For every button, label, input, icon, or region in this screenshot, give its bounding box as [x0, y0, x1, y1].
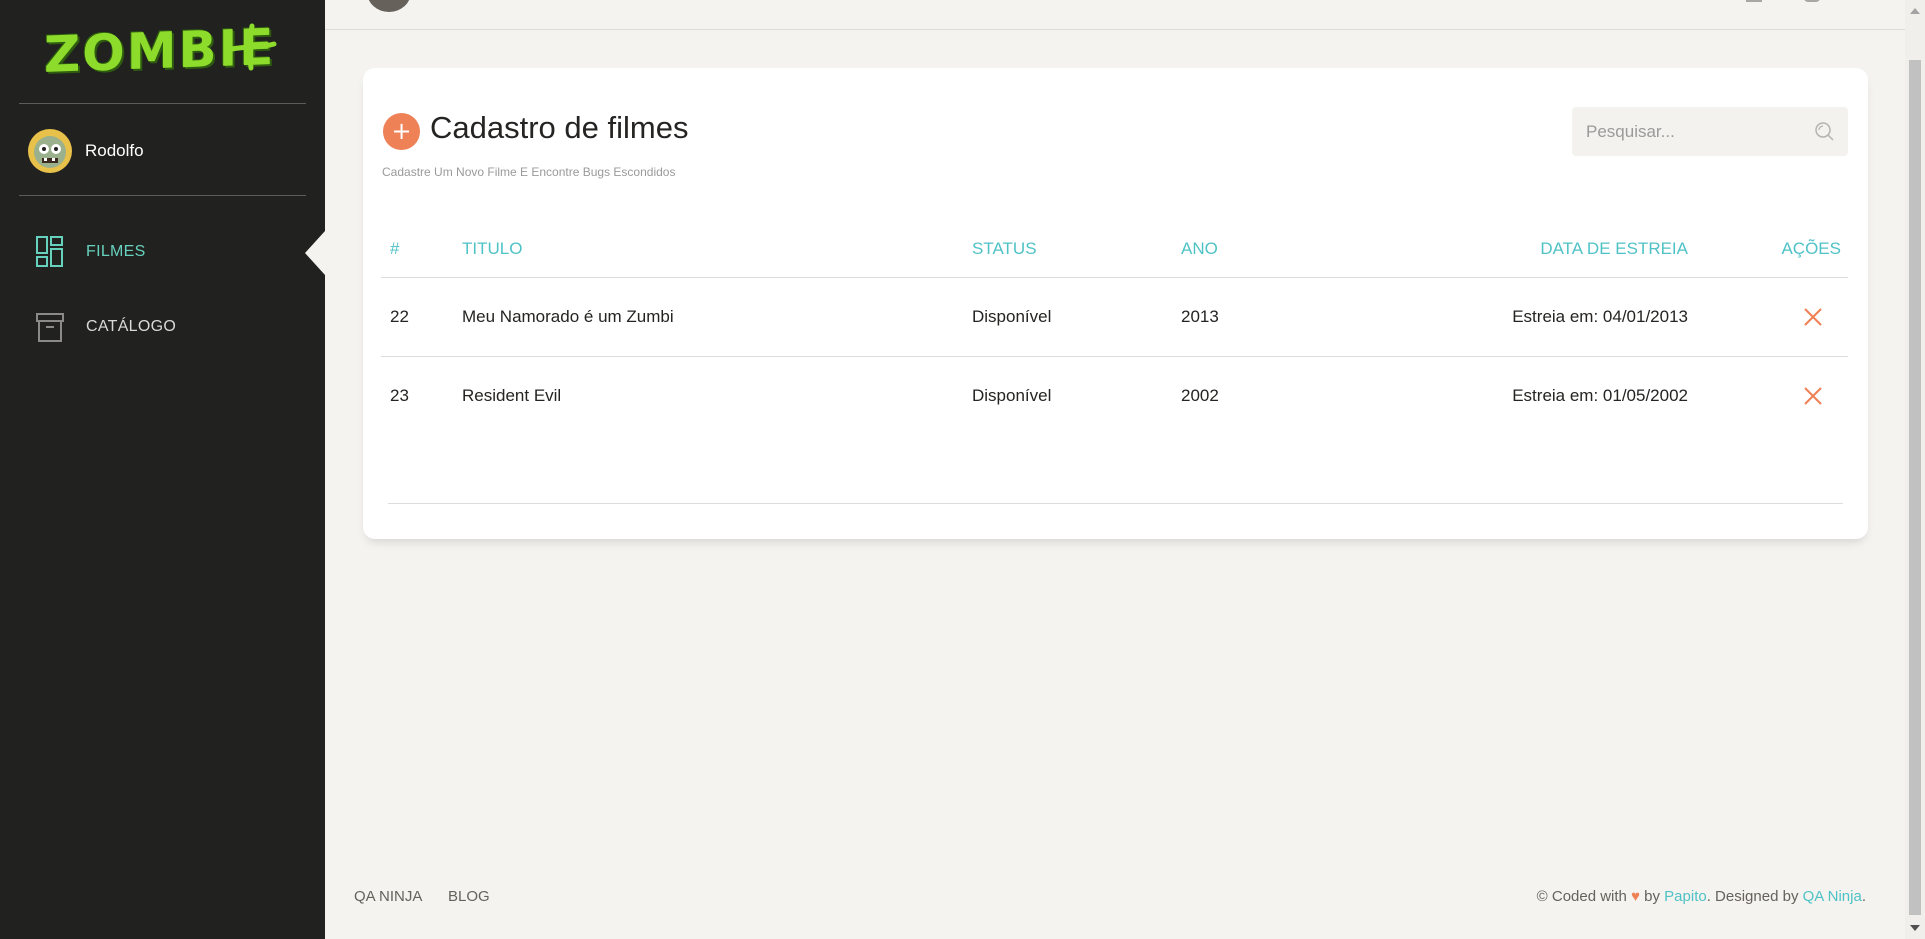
zombie-plus-logo[interactable]: ZOMBIE: [44, 18, 284, 84]
row-divider: [381, 356, 1848, 357]
delete-movie-icon[interactable]: [1804, 387, 1822, 405]
search-box: [1572, 107, 1848, 156]
footer-credits: © Coded with ♥ by Papito. Designed by QA…: [1537, 888, 1866, 905]
navbar-avatar[interactable]: [367, 0, 411, 12]
active-nav-indicator: [305, 231, 325, 275]
sidebar-item-label: CATÁLOGO: [86, 318, 177, 335]
cell-status: Disponível: [972, 386, 1052, 405]
sidebar: ZOMBIE Rodolfo FILMES CATÁLOGO: [0, 0, 325, 939]
sidebar-divider: [19, 195, 306, 196]
author-link[interactable]: Papito: [1664, 888, 1707, 905]
navbar-user-icon[interactable]: [1804, 0, 1820, 2]
cell-release: Estreia em: 04/01/2013: [1512, 307, 1688, 326]
cell-id: 23: [390, 386, 409, 405]
cell-year: 2002: [1181, 386, 1219, 405]
column-header-status: STATUS: [972, 239, 1037, 258]
page-scrollbar[interactable]: [1905, 0, 1925, 939]
column-header-year: ANO: [1181, 239, 1218, 258]
cell-title: Resident Evil: [462, 386, 562, 405]
archive-box-icon: [36, 313, 64, 342]
avatar: [28, 129, 72, 173]
heart-icon: ♥: [1631, 888, 1640, 905]
plus-logo-icon: [229, 23, 277, 71]
scroll-up-arrow-icon[interactable]: [1910, 8, 1920, 14]
credits-prefix: © Coded with: [1536, 888, 1627, 905]
credits-by: by: [1644, 888, 1660, 905]
column-header-id: #: [390, 239, 400, 258]
scroll-down-arrow-icon[interactable]: [1910, 925, 1920, 931]
sidebar-item-catalogo[interactable]: CATÁLOGO: [36, 311, 176, 343]
user-profile[interactable]: Rodolfo: [28, 129, 144, 173]
search-icon[interactable]: [1814, 121, 1834, 141]
movies-card: + Cadastro de filmes Cadastre Um Novo Fi…: [363, 68, 1868, 539]
dashboard-icon: [36, 236, 63, 267]
add-movie-button[interactable]: +: [383, 113, 420, 150]
column-header-actions: AÇÕES: [1781, 239, 1841, 258]
sidebar-item-filmes[interactable]: FILMES: [36, 236, 146, 268]
footer-link-qa-ninja[interactable]: QA NINJA: [354, 888, 422, 905]
header-divider: [381, 277, 1848, 278]
zombie-avatar-icon: [29, 130, 71, 172]
page-title: Cadastro de filmes: [430, 110, 689, 145]
sidebar-divider: [19, 103, 306, 104]
table-footer-divider: [388, 503, 1843, 504]
user-name: Rodolfo: [85, 141, 144, 160]
cell-year: 2013: [1181, 307, 1219, 326]
cell-release: Estreia em: 01/05/2002: [1512, 386, 1688, 405]
cell-status: Disponível: [972, 307, 1052, 326]
cell-id: 22: [390, 307, 409, 326]
column-header-title: TITULO: [462, 239, 523, 258]
column-header-release: DATA DE ESTREIA: [1540, 239, 1688, 258]
credits-designed-by: . Designed by: [1706, 888, 1799, 905]
top-navbar: [325, 0, 1905, 30]
search-input[interactable]: [1572, 107, 1812, 156]
designer-link[interactable]: QA Ninja: [1803, 888, 1862, 905]
scroll-thumb[interactable]: [1909, 60, 1921, 915]
delete-movie-icon[interactable]: [1804, 308, 1822, 326]
cell-title: Meu Namorado é um Zumbi: [462, 307, 674, 326]
credits-suffix: .: [1861, 888, 1866, 905]
footer-link-blog[interactable]: BLOG: [448, 888, 490, 905]
navbar-grid-icon[interactable]: [1746, 0, 1762, 2]
sidebar-item-label: FILMES: [86, 243, 146, 260]
page-subtitle: Cadastre Um Novo Filme E Encontre Bugs E…: [382, 165, 676, 179]
